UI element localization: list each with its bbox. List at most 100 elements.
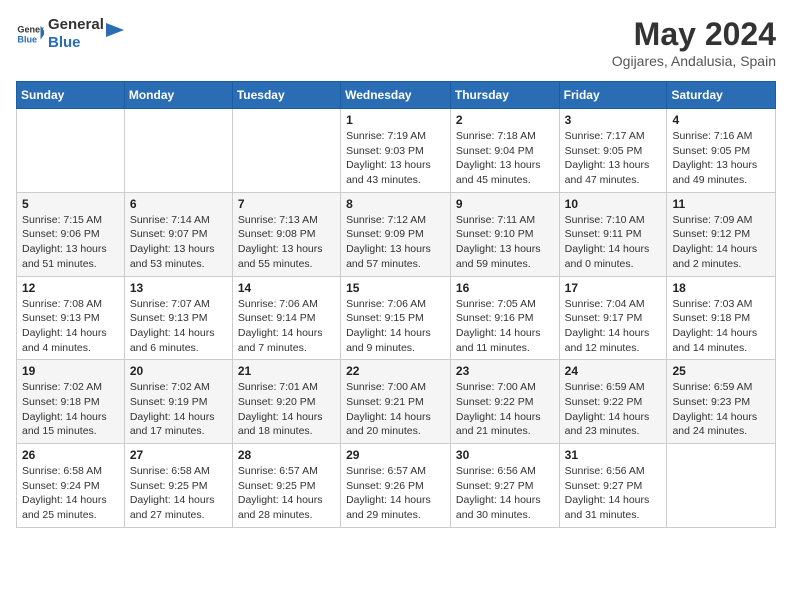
calendar-cell: 21 Sunrise: 7:01 AM Sunset: 9:20 PM Dayli… — [232, 360, 340, 444]
day-number: 19 — [22, 364, 119, 378]
calendar-cell: 20Sunrise: 7:02 AM Sunset: 9:19 PM Dayli… — [124, 360, 232, 444]
logo-general: General — [48, 16, 104, 34]
day-info: Sunrise: 7:12 AM Sunset: 9:09 PM Dayligh… — [346, 213, 445, 272]
day-info: Sunrise: 7:06 AM Sunset: 9:15 PM Dayligh… — [346, 297, 445, 356]
day-number: 12 — [22, 281, 119, 295]
calendar-cell: 23 Sunrise: 7:00 AM Sunset: 9:22 PM Dayli… — [450, 360, 559, 444]
day-info: Sunrise: 7:17 AM Sunset: 9:05 PM Dayligh… — [565, 129, 662, 188]
day-number: 22 — [346, 364, 445, 378]
day-info: Sunrise: 7:15 AM Sunset: 9:06 PM Dayligh… — [22, 213, 119, 272]
day-number: 18 — [672, 281, 770, 295]
day-info: Sunrise: 7:00 AM Sunset: 9:22 PM Dayligh… — [456, 380, 554, 439]
calendar-cell: 6Sunrise: 7:14 AM Sunset: 9:07 PM Daylig… — [124, 192, 232, 276]
calendar-cell: 31 Sunrise: 6:56 AM Sunset: 9:27 PM Dayli… — [559, 444, 667, 528]
day-number: 8 — [346, 197, 445, 211]
calendar-cell: 27Sunrise: 6:58 AM Sunset: 9:25 PM Dayli… — [124, 444, 232, 528]
calendar-cell: 4 Sunrise: 7:16 AM Sunset: 9:05 PM Daylig… — [667, 109, 776, 193]
svg-text:General: General — [17, 25, 44, 35]
day-number: 24 — [565, 364, 662, 378]
weekday-header: Monday — [124, 82, 232, 109]
calendar-cell: 11 Sunrise: 7:09 AM Sunset: 9:12 PM Dayli… — [667, 192, 776, 276]
day-info: Sunrise: 7:03 AM Sunset: 9:18 PM Dayligh… — [672, 297, 770, 356]
calendar-table: SundayMondayTuesdayWednesdayThursdayFrid… — [16, 81, 776, 528]
calendar-cell: 22 Sunrise: 7:00 AM Sunset: 9:21 PM Dayli… — [341, 360, 451, 444]
calendar-week-row: 5 Sunrise: 7:15 AM Sunset: 9:06 PM Daylig… — [17, 192, 776, 276]
calendar-cell: 29Sunrise: 6:57 AM Sunset: 9:26 PM Dayli… — [341, 444, 451, 528]
weekday-header: Friday — [559, 82, 667, 109]
calendar-cell — [667, 444, 776, 528]
page-header: General Blue General Blue May 2024 Ogija… — [16, 16, 776, 69]
calendar-cell: 12 Sunrise: 7:08 AM Sunset: 9:13 PM Dayli… — [17, 276, 125, 360]
calendar-cell: 24 Sunrise: 6:59 AM Sunset: 9:22 PM Dayli… — [559, 360, 667, 444]
day-number: 16 — [456, 281, 554, 295]
logo-icon: General Blue — [16, 20, 44, 48]
day-number: 2 — [456, 113, 554, 127]
day-number: 4 — [672, 113, 770, 127]
calendar-cell — [232, 109, 340, 193]
calendar-cell: 5 Sunrise: 7:15 AM Sunset: 9:06 PM Daylig… — [17, 192, 125, 276]
day-number: 31 — [565, 448, 662, 462]
day-number: 7 — [238, 197, 335, 211]
day-info: Sunrise: 7:13 AM Sunset: 9:08 PM Dayligh… — [238, 213, 335, 272]
day-info: Sunrise: 6:59 AM Sunset: 9:23 PM Dayligh… — [672, 380, 770, 439]
day-info: Sunrise: 6:59 AM Sunset: 9:22 PM Dayligh… — [565, 380, 662, 439]
day-number: 9 — [456, 197, 554, 211]
calendar-cell: 16 Sunrise: 7:05 AM Sunset: 9:16 PM Dayli… — [450, 276, 559, 360]
svg-text:Blue: Blue — [17, 34, 37, 44]
day-info: Sunrise: 7:04 AM Sunset: 9:17 PM Dayligh… — [565, 297, 662, 356]
calendar-cell: 2 Sunrise: 7:18 AM Sunset: 9:04 PM Daylig… — [450, 109, 559, 193]
day-info: Sunrise: 7:14 AM Sunset: 9:07 PM Dayligh… — [130, 213, 227, 272]
month-title: May 2024 — [612, 16, 776, 53]
day-info: Sunrise: 7:08 AM Sunset: 9:13 PM Dayligh… — [22, 297, 119, 356]
calendar-cell: 19 Sunrise: 7:02 AM Sunset: 9:18 PM Dayli… — [17, 360, 125, 444]
calendar-cell: 30Sunrise: 6:56 AM Sunset: 9:27 PM Dayli… — [450, 444, 559, 528]
calendar-cell: 13Sunrise: 7:07 AM Sunset: 9:13 PM Dayli… — [124, 276, 232, 360]
day-number: 30 — [456, 448, 554, 462]
day-number: 21 — [238, 364, 335, 378]
day-info: Sunrise: 7:02 AM Sunset: 9:18 PM Dayligh… — [22, 380, 119, 439]
day-number: 5 — [22, 197, 119, 211]
day-number: 3 — [565, 113, 662, 127]
calendar-cell: 8 Sunrise: 7:12 AM Sunset: 9:09 PM Daylig… — [341, 192, 451, 276]
day-info: Sunrise: 7:11 AM Sunset: 9:10 PM Dayligh… — [456, 213, 554, 272]
day-number: 25 — [672, 364, 770, 378]
day-info: Sunrise: 7:01 AM Sunset: 9:20 PM Dayligh… — [238, 380, 335, 439]
day-info: Sunrise: 6:56 AM Sunset: 9:27 PM Dayligh… — [565, 464, 662, 523]
day-info: Sunrise: 7:10 AM Sunset: 9:11 PM Dayligh… — [565, 213, 662, 272]
calendar-cell — [17, 109, 125, 193]
calendar-week-row: 1Sunrise: 7:19 AM Sunset: 9:03 PM Daylig… — [17, 109, 776, 193]
day-number: 15 — [346, 281, 445, 295]
calendar-cell: 3 Sunrise: 7:17 AM Sunset: 9:05 PM Daylig… — [559, 109, 667, 193]
day-number: 23 — [456, 364, 554, 378]
day-number: 17 — [565, 281, 662, 295]
calendar-cell: 17 Sunrise: 7:04 AM Sunset: 9:17 PM Dayli… — [559, 276, 667, 360]
day-info: Sunrise: 7:16 AM Sunset: 9:05 PM Dayligh… — [672, 129, 770, 188]
calendar-week-row: 26 Sunrise: 6:58 AM Sunset: 9:24 PM Dayli… — [17, 444, 776, 528]
day-number: 10 — [565, 197, 662, 211]
day-info: Sunrise: 6:58 AM Sunset: 9:24 PM Dayligh… — [22, 464, 119, 523]
calendar-week-row: 19 Sunrise: 7:02 AM Sunset: 9:18 PM Dayli… — [17, 360, 776, 444]
calendar-week-row: 12 Sunrise: 7:08 AM Sunset: 9:13 PM Dayli… — [17, 276, 776, 360]
logo-arrow-icon — [104, 19, 126, 41]
day-info: Sunrise: 7:05 AM Sunset: 9:16 PM Dayligh… — [456, 297, 554, 356]
day-info: Sunrise: 7:00 AM Sunset: 9:21 PM Dayligh… — [346, 380, 445, 439]
logo: General Blue General Blue — [16, 16, 126, 52]
logo-blue: Blue — [48, 34, 104, 52]
day-number: 29 — [346, 448, 445, 462]
calendar-cell: 15 Sunrise: 7:06 AM Sunset: 9:15 PM Dayli… — [341, 276, 451, 360]
day-info: Sunrise: 7:09 AM Sunset: 9:12 PM Dayligh… — [672, 213, 770, 272]
day-number: 11 — [672, 197, 770, 211]
day-number: 20 — [130, 364, 227, 378]
calendar-header-row: SundayMondayTuesdayWednesdayThursdayFrid… — [17, 82, 776, 109]
calendar-cell: 9 Sunrise: 7:11 AM Sunset: 9:10 PM Daylig… — [450, 192, 559, 276]
day-number: 28 — [238, 448, 335, 462]
day-info: Sunrise: 7:18 AM Sunset: 9:04 PM Dayligh… — [456, 129, 554, 188]
calendar-cell: 26 Sunrise: 6:58 AM Sunset: 9:24 PM Dayli… — [17, 444, 125, 528]
weekday-header: Saturday — [667, 82, 776, 109]
location-text: Ogijares, Andalusia, Spain — [612, 53, 776, 69]
day-number: 27 — [130, 448, 227, 462]
day-number: 13 — [130, 281, 227, 295]
day-number: 26 — [22, 448, 119, 462]
calendar-cell: 18 Sunrise: 7:03 AM Sunset: 9:18 PM Dayli… — [667, 276, 776, 360]
calendar-cell: 28Sunrise: 6:57 AM Sunset: 9:25 PM Dayli… — [232, 444, 340, 528]
